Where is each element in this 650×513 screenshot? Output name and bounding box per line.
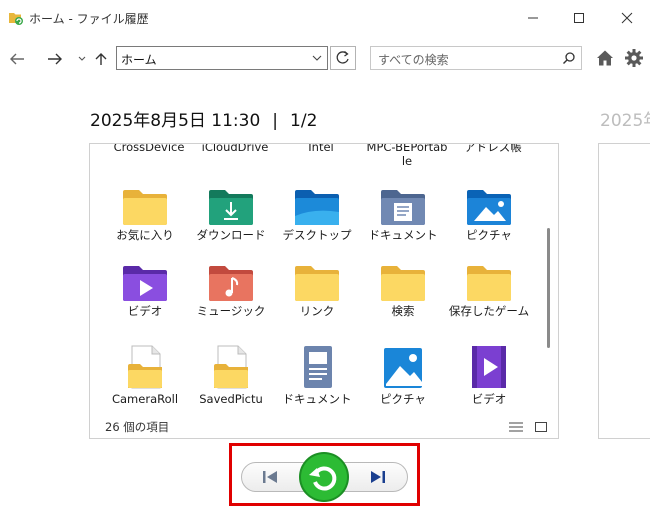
- list-item[interactable]: ビデオ: [446, 344, 532, 406]
- address-text: ホーム: [121, 53, 157, 67]
- next-snapshot-panel[interactable]: [598, 143, 650, 439]
- skip-previous-icon: [263, 471, 277, 483]
- item-label: MPC-BEPortable: [366, 144, 448, 168]
- list-item[interactable]: リンク: [274, 256, 360, 318]
- search-input[interactable]: すべての検索: [370, 46, 582, 70]
- music-folder-icon: [207, 256, 255, 302]
- vertical-scrollbar[interactable]: [547, 228, 550, 348]
- item-label: ピクチャ: [380, 392, 426, 406]
- list-item[interactable]: ドキュメント: [274, 344, 360, 406]
- maximize-icon: [574, 13, 584, 23]
- folder-file-icon: [207, 344, 255, 390]
- list-item[interactable]: デスクトップ: [274, 180, 360, 242]
- folder-icon: [293, 256, 341, 302]
- close-icon: [621, 12, 633, 24]
- search-placeholder: すべての検索: [378, 53, 449, 67]
- videos-folder-icon: [121, 256, 169, 302]
- item-label: iCloudDrive: [201, 144, 269, 154]
- window-title: ホーム - ファイル履歴: [29, 12, 149, 26]
- home-icon[interactable]: [596, 49, 614, 67]
- snapshot-page: 1/2: [290, 111, 318, 131]
- folder-icon: [379, 256, 427, 302]
- downloads-folder-icon: [207, 180, 255, 226]
- item-label: CrossDevice: [113, 144, 185, 154]
- header-separator: |: [272, 111, 279, 131]
- arrow-up-icon: [95, 53, 107, 65]
- arrow-right-icon: [48, 53, 62, 65]
- snapshot-panel: CrossDevice iCloudDrive Intel MPC-BEPort…: [89, 143, 559, 439]
- address-bar[interactable]: ホーム: [116, 46, 328, 70]
- item-label: 検索: [391, 304, 415, 318]
- item-label: ドキュメント: [282, 392, 352, 406]
- item-label: Intel: [308, 144, 334, 154]
- title-bar: ホーム - ファイル履歴: [0, 0, 650, 36]
- maximize-button[interactable]: [556, 4, 602, 32]
- list-item[interactable]: SavedPictu: [188, 344, 274, 406]
- folder-icon: [465, 256, 513, 302]
- file-grid: CrossDevice iCloudDrive Intel MPC-BEPort…: [90, 144, 546, 416]
- forward-button[interactable]: [44, 48, 66, 70]
- list-item[interactable]: ドキュメント: [360, 180, 446, 242]
- skip-next-icon: [371, 471, 385, 483]
- item-label: デスクトップ: [282, 228, 352, 242]
- video-file-icon: [465, 344, 513, 390]
- minimize-button[interactable]: [510, 4, 556, 32]
- list-item[interactable]: ダウンロード: [188, 180, 274, 242]
- up-button[interactable]: [90, 48, 112, 70]
- search-icon: [563, 52, 575, 64]
- item-label: ビデオ: [471, 392, 507, 406]
- large-icons-view-icon[interactable]: [534, 420, 548, 434]
- close-button[interactable]: [604, 4, 650, 32]
- list-item[interactable]: ピクチャ: [360, 344, 446, 406]
- refresh-button[interactable]: [330, 46, 356, 70]
- picture-file-icon: [379, 344, 427, 390]
- arrow-left-icon: [10, 53, 24, 65]
- list-item[interactable]: ビデオ: [102, 256, 188, 318]
- item-label: リンク: [299, 304, 335, 318]
- list-item[interactable]: 検索: [360, 256, 446, 318]
- item-label: 保存したゲーム: [448, 304, 530, 318]
- chevron-down-icon[interactable]: [311, 51, 323, 65]
- item-label: アドレス帳: [464, 144, 522, 154]
- item-count: 26 個の項目: [105, 420, 170, 434]
- navigation-bar: ホーム すべての検索: [0, 38, 650, 78]
- item-label: ミュージック: [196, 304, 266, 318]
- gear-icon[interactable]: [624, 48, 644, 68]
- list-item[interactable]: お気に入り: [102, 180, 188, 242]
- snapshot-datetime: 2025年8月5日 11:30: [90, 111, 261, 131]
- list-item[interactable]: ピクチャ: [446, 180, 532, 242]
- refresh-icon: [336, 51, 349, 64]
- item-label: お気に入り: [116, 228, 174, 242]
- snapshot-header: 2025年8月5日 11:30 | 1/2: [90, 106, 317, 131]
- item-label: ドキュメント: [368, 228, 438, 242]
- previous-version-button[interactable]: [258, 465, 282, 489]
- status-bar: 26 個の項目: [90, 416, 558, 438]
- folder-file-icon: [121, 344, 169, 390]
- chevron-down-icon: [78, 56, 86, 61]
- file-history-app-icon: [8, 10, 24, 26]
- item-label: CameraRoll: [111, 392, 179, 406]
- item-label: ダウンロード: [196, 228, 266, 242]
- recent-locations-button[interactable]: [76, 48, 88, 70]
- item-label: SavedPictu: [199, 392, 263, 406]
- next-snapshot-datetime: 2025年: [600, 111, 650, 131]
- list-item[interactable]: ミュージック: [188, 256, 274, 318]
- item-label: ピクチャ: [466, 228, 512, 242]
- minimize-icon: [528, 17, 538, 19]
- details-view-icon[interactable]: [509, 421, 523, 433]
- list-item[interactable]: CameraRoll: [102, 344, 188, 406]
- restore-button[interactable]: [298, 451, 350, 503]
- list-item[interactable]: 保存したゲーム: [446, 256, 532, 318]
- folder-icon: [121, 180, 169, 226]
- item-label: ビデオ: [127, 304, 163, 318]
- back-button[interactable]: [6, 48, 28, 70]
- desktop-folder-icon: [293, 180, 341, 226]
- pictures-folder-icon: [465, 180, 513, 226]
- document-file-icon: [293, 344, 341, 390]
- documents-folder-icon: [379, 180, 427, 226]
- next-version-button[interactable]: [366, 465, 390, 489]
- restore-icon: [299, 452, 349, 502]
